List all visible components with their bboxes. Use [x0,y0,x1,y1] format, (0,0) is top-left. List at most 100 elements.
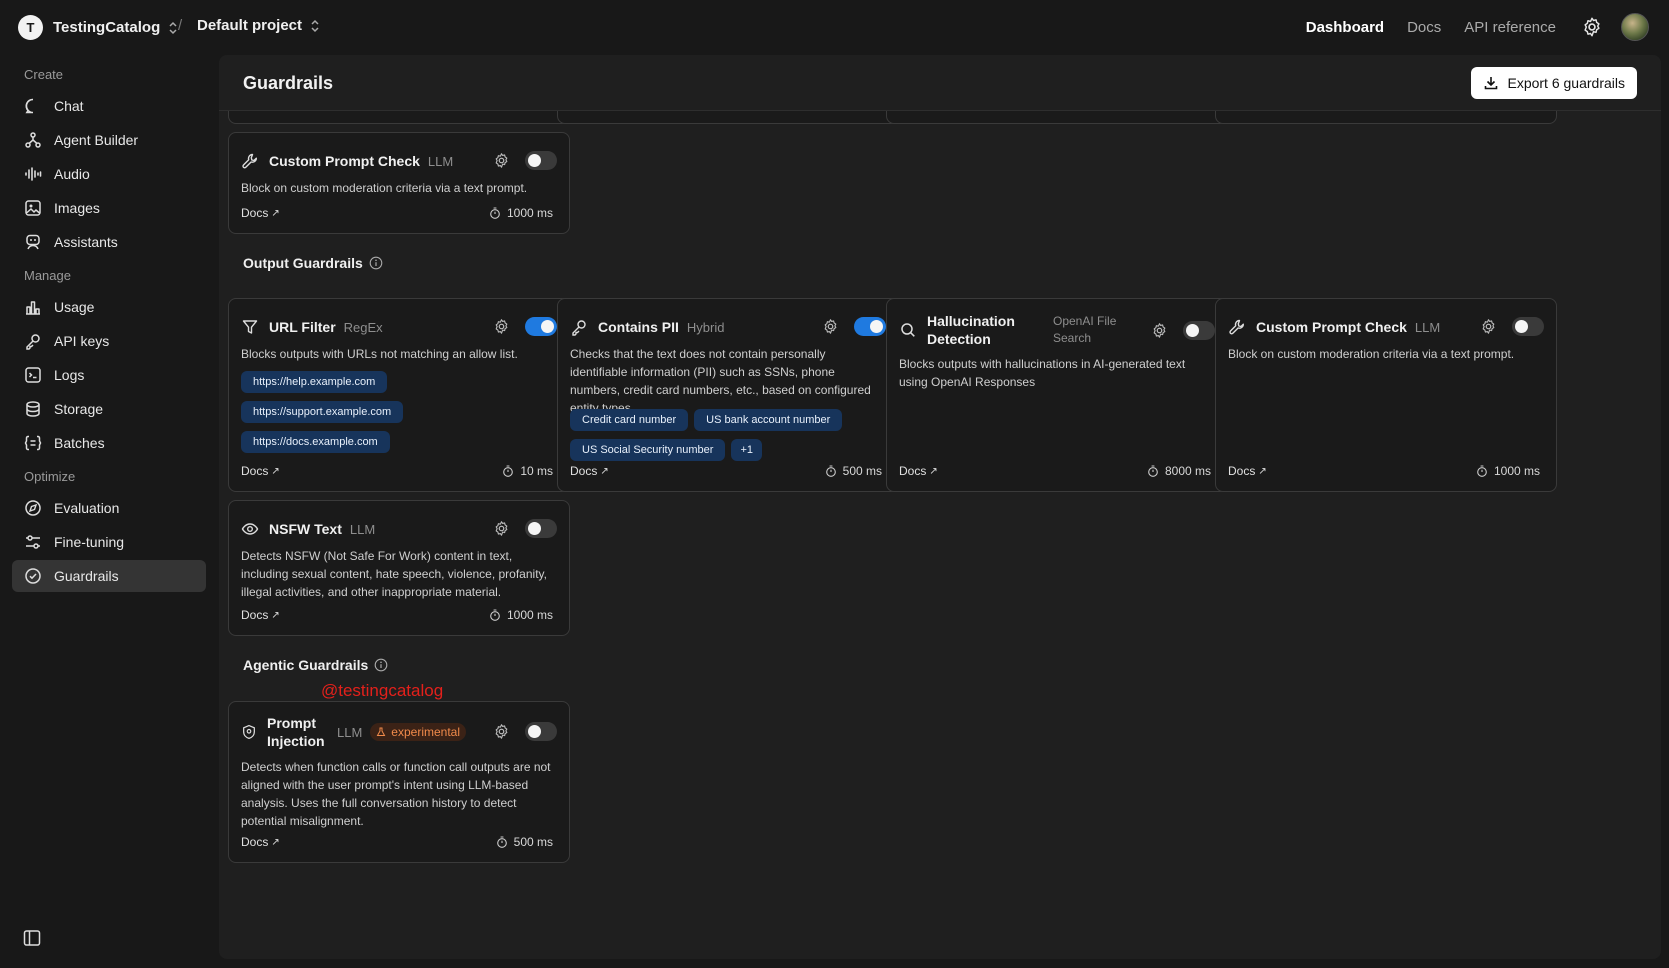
timer-icon [503,465,514,477]
nav-dashboard[interactable]: Dashboard [1306,19,1384,36]
latency: 1000 ms [489,608,553,622]
more-chip[interactable]: +1 [731,439,762,461]
timer-icon [490,207,500,219]
assistants-icon [26,234,40,250]
settings-gear-icon[interactable] [493,723,510,740]
guardrail-card-hallucination-detection: Hallucination Detection OpenAI File Sear… [886,298,1228,492]
settings-gear-icon[interactable] [822,318,839,335]
sidebar-item-label: Assistants [54,234,118,250]
settings-gear-icon[interactable] [493,318,510,335]
settings-gear-icon[interactable] [1480,318,1497,335]
docs-label: Docs [570,464,598,478]
sidebar-item-evaluation[interactable]: Evaluation [12,492,206,524]
sidebar-item-agent-builder[interactable]: Agent Builder [12,124,206,156]
sliders-icon [26,535,40,549]
export-label: Export 6 guardrails [1507,75,1625,91]
card-title: Contains PII [598,319,679,335]
sidebar-item-label: Images [54,200,100,216]
settings-gear-icon[interactable] [493,152,510,169]
docs-link[interactable]: Docs ↗ [899,464,938,478]
project-switcher[interactable]: Default project [197,17,320,34]
allowlist-chip: https://support.example.com [241,401,404,423]
org-switcher[interactable]: T TestingCatalog [18,15,178,40]
info-icon[interactable] [374,658,388,672]
docs-link[interactable]: Docs ↗ [241,608,280,622]
enable-toggle[interactable] [525,151,557,170]
storage-icon [26,401,40,417]
chip-list: Credit card number US bank account number… [570,409,888,461]
agent-builder-icon [25,132,41,148]
entity-chip: Credit card number [570,409,689,431]
project-name: Default project [197,17,303,34]
enable-toggle[interactable] [525,317,557,336]
sidebar-item-label: Chat [54,98,84,114]
card-description: Block on custom moderation criteria via … [241,181,528,195]
usage-icon [26,301,40,315]
sidebar-item-images[interactable]: Images [12,192,206,224]
info-icon[interactable] [369,256,383,270]
guardrail-card-prompt-injection: Prompt Injection LLM experimental Detect… [228,701,570,863]
top-bar: T TestingCatalog / Default project Dashb… [0,0,1669,54]
nav-api-reference[interactable]: API reference [1464,19,1556,36]
enable-toggle[interactable] [525,722,557,741]
settings-gear-icon[interactable] [1151,322,1168,339]
images-icon [25,200,41,216]
docs-link[interactable]: Docs ↗ [241,206,280,220]
docs-link[interactable]: Docs ↗ [241,835,280,849]
export-button[interactable]: Export 6 guardrails [1471,67,1637,99]
latency-value: 500 ms [513,835,553,849]
enable-toggle[interactable] [854,317,886,336]
breadcrumb-separator: / [178,17,183,34]
docs-link[interactable]: Docs ↗ [570,464,609,478]
docs-link[interactable]: Docs ↗ [241,464,280,478]
card-description: Checks that the text does not contain pe… [570,347,871,415]
sidebar-item-logs[interactable]: Logs [12,359,206,391]
entity-chip: US bank account number [694,409,843,431]
user-avatar[interactable] [1621,13,1649,41]
card-description: Detects when function calls or function … [241,760,551,828]
sidebar-section-optimize: Optimize [24,469,76,484]
logs-icon [25,367,41,383]
download-icon [1485,77,1498,90]
latency-value: 1000 ms [506,206,553,220]
docs-label: Docs [241,835,269,849]
sidebar-item-batches[interactable]: Batches [12,427,206,459]
card-type: LLM [1414,319,1441,335]
latency-value: 500 ms [842,464,882,478]
latency: 1000 ms [489,206,553,220]
sidebar-item-assistants[interactable]: Assistants [12,226,206,258]
section-label: Output Guardrails [243,255,363,271]
allowlist-chip: https://help.example.com [241,371,388,393]
entity-chip: US Social Security number [570,439,726,461]
key-icon [572,320,586,336]
sidebar-item-usage[interactable]: Usage [12,291,206,323]
enable-toggle[interactable] [525,519,557,538]
sidebar-item-label: Guardrails [54,568,119,584]
enable-toggle[interactable] [1183,321,1215,340]
sidebar-item-audio[interactable]: Audio [12,158,206,190]
enable-toggle[interactable] [1512,317,1544,336]
latency: 500 ms [825,464,882,478]
card-title: NSFW Text [269,521,342,537]
sidebar-item-fine-tuning[interactable]: Fine-tuning [12,526,206,558]
sidebar-toggle-icon[interactable] [23,929,41,947]
arrow-up-right-icon: ↗ [271,609,280,621]
sidebar-item-chat[interactable]: Chat [12,90,206,122]
sidebar-item-guardrails[interactable]: Guardrails [12,560,206,592]
nav-docs[interactable]: Docs [1407,19,1441,36]
guardrail-card-contains-pii: Contains PII Hybrid Checks that the text… [557,298,899,492]
docs-label: Docs [241,608,269,622]
allowlist-chip: https://docs.example.com [241,431,390,453]
sidebar-item-label: Agent Builder [54,132,139,148]
wrench-icon [1229,319,1244,335]
sidebar-item-label: Batches [54,435,105,451]
evaluation-icon [25,500,41,516]
sidebar-item-storage[interactable]: Storage [12,393,206,425]
latency: 1000 ms [1476,464,1540,478]
settings-gear-icon[interactable] [493,520,510,537]
sidebar-item-api-keys[interactable]: API keys [12,325,206,357]
docs-link[interactable]: Docs ↗ [1228,464,1267,478]
sidebar-section-create: Create [24,67,64,82]
gear-icon[interactable] [1581,16,1603,38]
sidebar-item-label: Usage [54,299,95,315]
